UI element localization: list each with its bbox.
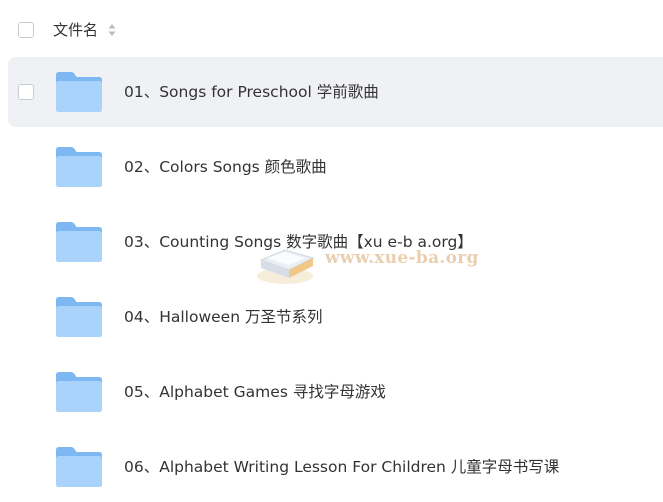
file-row[interactable]: 01、Songs for Preschool 学前歌曲 [8,57,663,127]
folder-icon [56,147,102,187]
file-name[interactable]: 02、Colors Songs 颜色歌曲 [124,156,327,178]
file-name[interactable]: 01、Songs for Preschool 学前歌曲 [124,81,379,103]
row-checkbox[interactable] [18,84,34,100]
watermark: www.xue-ba.org [255,238,478,288]
folder-icon [56,72,102,112]
folder-icon [56,222,102,262]
file-row[interactable]: 04、Halloween 万圣节系列 [8,282,663,352]
folder-icon [56,447,102,487]
folder-icon [56,297,102,337]
select-all-checkbox[interactable] [18,22,34,38]
file-name[interactable]: 06、Alphabet Writing Lesson For Children … [124,456,559,478]
folder-icon [56,372,102,412]
sort-icon[interactable] [108,23,116,37]
file-name[interactable]: 04、Halloween 万圣节系列 [124,306,322,328]
watermark-book-icon [257,249,315,284]
watermark-text: www.xue-ba.org [325,248,479,268]
filename-column-header[interactable]: 文件名 [53,20,98,40]
file-row[interactable]: 06、Alphabet Writing Lesson For Children … [8,432,663,502]
file-row[interactable]: 05、Alphabet Games 寻找字母游戏 [8,357,663,427]
file-name[interactable]: 05、Alphabet Games 寻找字母游戏 [124,381,386,403]
file-row[interactable]: 02、Colors Songs 颜色歌曲 [8,132,663,202]
file-list-header: 文件名 [0,0,663,58]
